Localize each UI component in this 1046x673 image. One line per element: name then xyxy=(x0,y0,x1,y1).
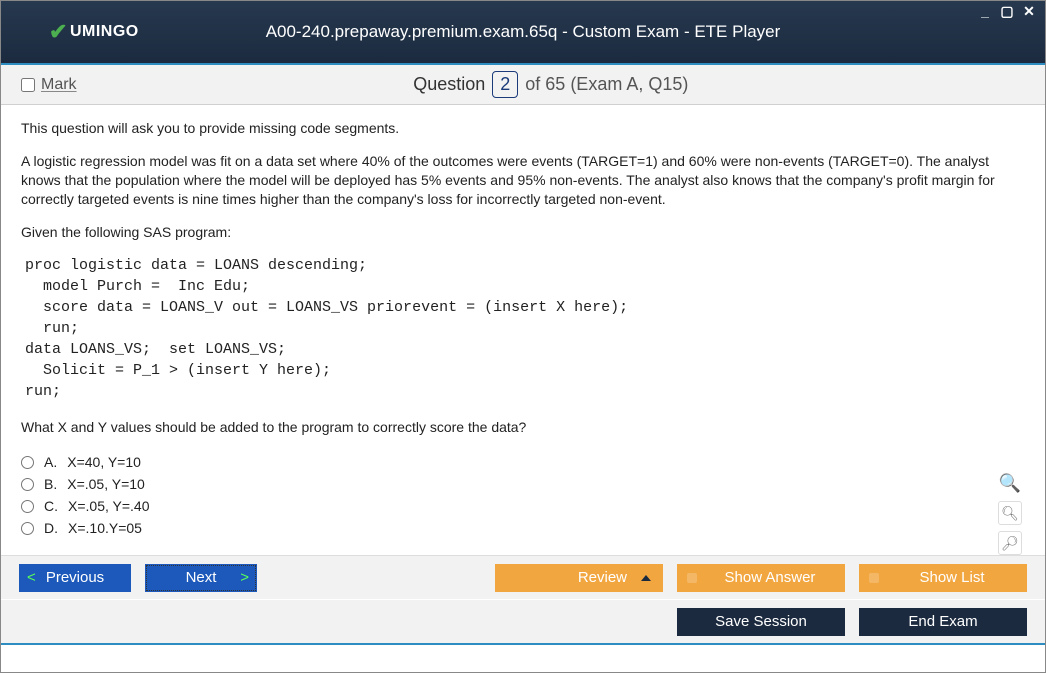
logo: ✔ UMINGO xyxy=(49,19,139,45)
minimize-icon[interactable]: _ xyxy=(977,3,993,20)
window-title: A00-240.prepaway.premium.exam.65q - Cust… xyxy=(1,22,1045,42)
option-c[interactable]: C. X=.05, Y=.40 xyxy=(21,495,1025,517)
search-icon[interactable]: 🔍 xyxy=(998,471,1022,495)
previous-button[interactable]: < Previous xyxy=(19,564,131,592)
check-icon: ✔ xyxy=(49,19,68,45)
answer-options: A. X=40, Y=10 B. X=.05, Y=10 C. X=.05, Y… xyxy=(21,451,1025,539)
next-label: Next xyxy=(186,569,217,586)
question-intro: This question will ask you to provide mi… xyxy=(21,119,1025,138)
show-list-button[interactable]: Show List xyxy=(859,564,1027,592)
option-b-text: X=.05, Y=10 xyxy=(67,476,145,492)
option-b-radio[interactable] xyxy=(21,478,34,491)
window-controls: _ ▢ ✕ xyxy=(977,3,1037,20)
maximize-icon[interactable]: ▢ xyxy=(999,3,1015,20)
marker-icon xyxy=(869,573,879,583)
logo-text: UMINGO xyxy=(70,23,139,41)
question-counter: Question 2 of 65 (Exam A, Q15) xyxy=(77,71,1025,98)
option-a-letter: A. xyxy=(44,454,57,470)
mark-checkbox[interactable] xyxy=(21,78,35,92)
caret-up-icon xyxy=(641,575,651,581)
zoom-out-icon[interactable]: 🔎︎ xyxy=(998,531,1022,555)
option-a-text: X=40, Y=10 xyxy=(67,454,141,470)
zoom-in-icon[interactable]: 🔍︎ xyxy=(998,501,1022,525)
option-b-letter: B. xyxy=(44,476,57,492)
previous-label: Previous xyxy=(46,569,104,586)
chevron-right-icon: > xyxy=(240,569,249,586)
option-d-letter: D. xyxy=(44,520,58,536)
mark-checkbox-wrap[interactable]: Mark xyxy=(21,76,77,94)
code-block: proc logistic data = LOANS descending; m… xyxy=(25,255,1025,402)
infobar: Mark Question 2 of 65 (Exam A, Q15) xyxy=(1,65,1045,105)
next-button[interactable]: Next > xyxy=(145,564,257,592)
review-label: Review xyxy=(578,569,627,586)
question-number: 2 xyxy=(492,71,518,98)
option-c-text: X=.05, Y=.40 xyxy=(68,498,149,514)
bottom-border xyxy=(1,643,1045,645)
option-a-radio[interactable] xyxy=(21,456,34,469)
question-content: This question will ask you to provide mi… xyxy=(1,105,1045,555)
option-a[interactable]: A. X=40, Y=10 xyxy=(21,451,1025,473)
show-list-label: Show List xyxy=(919,569,984,586)
mark-label: Mark xyxy=(41,76,77,94)
save-session-button[interactable]: Save Session xyxy=(677,608,845,636)
question-prompt: What X and Y values should be added to t… xyxy=(21,418,1025,437)
option-d-text: X=.10.Y=05 xyxy=(68,520,142,536)
show-answer-button[interactable]: Show Answer xyxy=(677,564,845,592)
marker-icon xyxy=(687,573,697,583)
bottom-row: Save Session End Exam xyxy=(1,599,1045,643)
show-answer-label: Show Answer xyxy=(725,569,816,586)
side-tools: 🔍 🔍︎ 🔎︎ xyxy=(998,471,1022,555)
question-body: A logistic regression model was fit on a… xyxy=(21,152,1025,209)
review-button[interactable]: Review xyxy=(495,564,663,592)
nav-row: < Previous Next > Review Show Answer Sho… xyxy=(1,555,1045,599)
option-c-radio[interactable] xyxy=(21,500,34,513)
question-of-text: of 65 (Exam A, Q15) xyxy=(525,74,688,94)
close-icon[interactable]: ✕ xyxy=(1021,3,1037,20)
end-exam-button[interactable]: End Exam xyxy=(859,608,1027,636)
question-given: Given the following SAS program: xyxy=(21,223,1025,242)
titlebar: ✔ UMINGO A00-240.prepaway.premium.exam.6… xyxy=(1,1,1045,65)
chevron-left-icon: < xyxy=(27,569,36,586)
option-c-letter: C. xyxy=(44,498,58,514)
option-d[interactable]: D. X=.10.Y=05 xyxy=(21,517,1025,539)
option-b[interactable]: B. X=.05, Y=10 xyxy=(21,473,1025,495)
option-d-radio[interactable] xyxy=(21,522,34,535)
question-label: Question xyxy=(413,74,485,94)
